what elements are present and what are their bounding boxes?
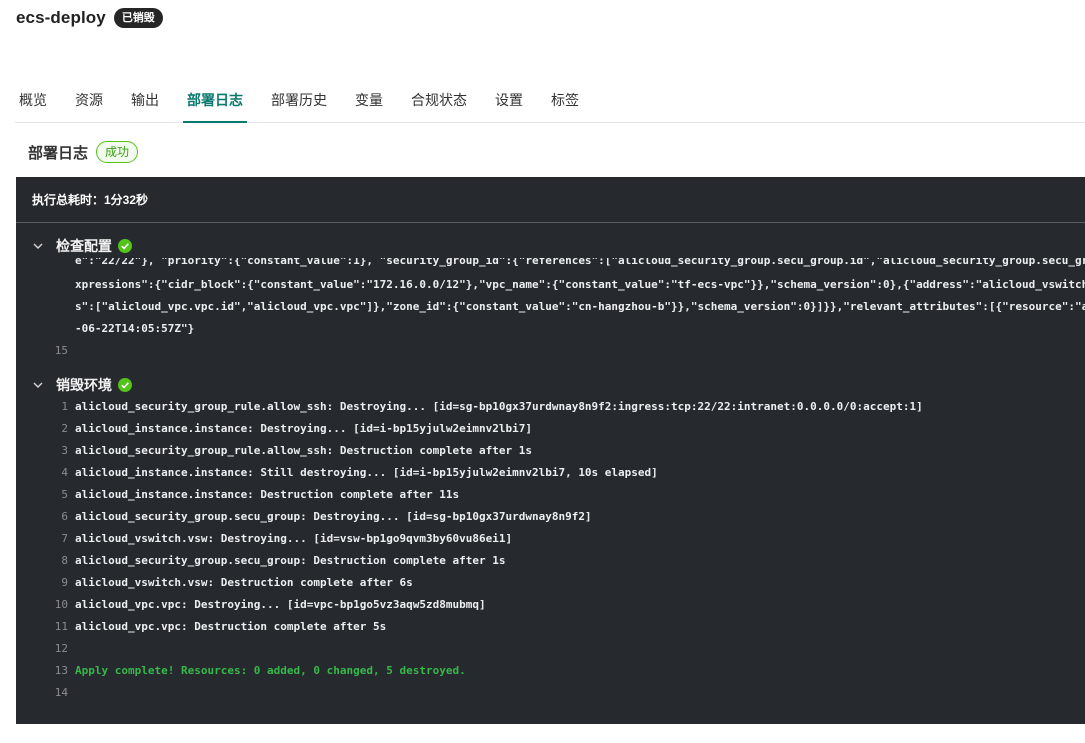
line-number: 14 [54,686,68,699]
line-text: alicloud_vswitch.vsw: Destroying... [id=… [75,532,513,545]
log-line: 8 alicloud_security_group.secu_group: Des… [16,550,1085,572]
log-group-destroy-env[interactable]: 销毁环境 [16,374,1085,396]
section-header: 部署日志 成功 [28,140,139,164]
success-badge: 成功 [96,141,139,163]
check-circle-icon [118,378,132,392]
log-line: e":"22/22"}, "priority":{"constant_value… [16,258,1085,274]
line-number [16,318,68,340]
line-text: alicloud_security_group_rule.allow_ssh: … [75,444,532,457]
line-text [68,340,75,362]
check-circle-icon [118,239,132,253]
log-line: xpressions":{"cidr_block":{"constant_val… [16,274,1085,296]
log-line: 12 [16,638,1085,660]
tab-bar: 概览 资源 输出 部署日志 部署历史 变量 合规状态 设置 标签 [15,80,1085,123]
tab-settings[interactable]: 设置 [491,80,527,122]
log-group-title: 销毁环境 [56,377,112,393]
line-number: 5 [61,488,68,501]
log-line: 9 alicloud_vswitch.vsw: Destruction compl… [16,572,1085,594]
line-text: xpressions":{"cidr_block":{"constant_val… [75,278,1085,291]
log-line: 10 alicloud_vpc.vpc: Destroying... [id=vp… [16,594,1085,616]
log-line: 6 alicloud_security_group.secu_group: Des… [16,506,1085,528]
log-line: 11 alicloud_vpc.vpc: Destruction complete… [16,616,1085,638]
line-number [16,296,68,318]
chevron-down-icon[interactable] [32,379,44,391]
stack-status-badge: 已销毁 [113,8,163,28]
line-text: s":["alicloud_vpc.vpc.id","alicloud_vpc.… [75,300,1085,313]
page-header: ecs-deploy 已销毁 [16,6,163,30]
line-number: 11 [54,620,68,633]
tab-outputs[interactable]: 输出 [127,80,163,122]
log-line: 1 alicloud_security_group_rule.allow_ssh:… [16,396,1085,418]
line-text: alicloud_vpc.vpc: Destruction complete a… [75,620,387,633]
tab-deploy-history[interactable]: 部署历史 [267,80,331,122]
log-lines-destroy-env: 1 alicloud_security_group_rule.allow_ssh:… [16,396,1085,704]
log-line: 15 [16,340,1085,362]
line-number: 12 [54,642,68,655]
tab-variables[interactable]: 变量 [351,80,387,122]
line-number: 7 [61,532,68,545]
line-number: 2 [61,422,68,435]
log-line: 3 alicloud_security_group_rule.allow_ssh:… [16,440,1085,462]
line-text: alicloud_security_group_rule.allow_ssh: … [75,400,923,413]
tab-overview[interactable]: 概览 [15,80,51,122]
tab-deploy-logs[interactable]: 部署日志 [183,80,247,123]
line-number: 13 [54,664,68,677]
log-panel[interactable]: 执行总耗时：1分32秒 检查配置 e":"22/22"}, "priority"… [16,177,1085,724]
log-line: -06-22T14:05:57Z"} [16,318,1085,340]
line-number: 6 [61,510,68,523]
log-line: s":["alicloud_vpc.vpc.id","alicloud_vpc.… [16,296,1085,318]
line-number: 8 [61,554,68,567]
line-text: alicloud_vswitch.vsw: Destruction comple… [75,576,413,589]
line-text: alicloud_vpc.vpc: Destroying... [id=vpc-… [75,598,486,611]
execution-time: 执行总耗时：1分32秒 [32,193,149,207]
line-text: alicloud_instance.instance: Destroying..… [75,422,532,435]
log-group-title: 检查配置 [56,238,112,254]
tab-resources[interactable]: 资源 [71,80,107,122]
log-line: 13 Apply complete! Resources: 0 added, 0 … [16,660,1085,682]
line-number: 9 [61,576,68,589]
log-line: 2 alicloud_instance.instance: Destroying.… [16,418,1085,440]
line-text: -06-22T14:05:57Z"} [75,322,195,335]
line-number: 1 [61,400,68,413]
line-text: alicloud_security_group.secu_group: Dest… [75,554,506,567]
line-text: alicloud_instance.instance: Destruction … [75,488,460,501]
log-line: 4 alicloud_instance.instance: Still destr… [16,462,1085,484]
stack-name: ecs-deploy [16,8,106,27]
line-text: e":"22/22"}, "priority":{"constant_value… [75,258,1085,267]
line-number: 15 [54,344,68,357]
log-line: 5 alicloud_instance.instance: Destruction… [16,484,1085,506]
log-group-check-config[interactable]: 检查配置 [16,235,1085,257]
line-number [16,258,68,274]
log-line: 7 alicloud_vswitch.vsw: Destroying... [id… [16,528,1085,550]
section-title: 部署日志 [28,144,89,162]
log-line: 14 [16,682,1085,704]
chevron-down-icon[interactable] [32,240,44,252]
tab-compliance[interactable]: 合规状态 [407,80,471,122]
line-text: alicloud_security_group.secu_group: Dest… [75,510,592,523]
log-lines-check-config: e":"22/22"}, "priority":{"constant_value… [16,258,1085,362]
line-number: 4 [61,466,68,479]
line-number: 3 [61,444,68,457]
line-text [68,682,75,704]
line-number: 10 [54,598,68,611]
line-number [16,274,68,296]
tab-tags[interactable]: 标签 [547,80,583,122]
log-summary-bar: 执行总耗时：1分32秒 [16,177,1085,223]
line-text: alicloud_instance.instance: Still destro… [75,466,658,479]
line-text [68,638,75,660]
line-text: Apply complete! Resources: 0 added, 0 ch… [75,664,466,677]
